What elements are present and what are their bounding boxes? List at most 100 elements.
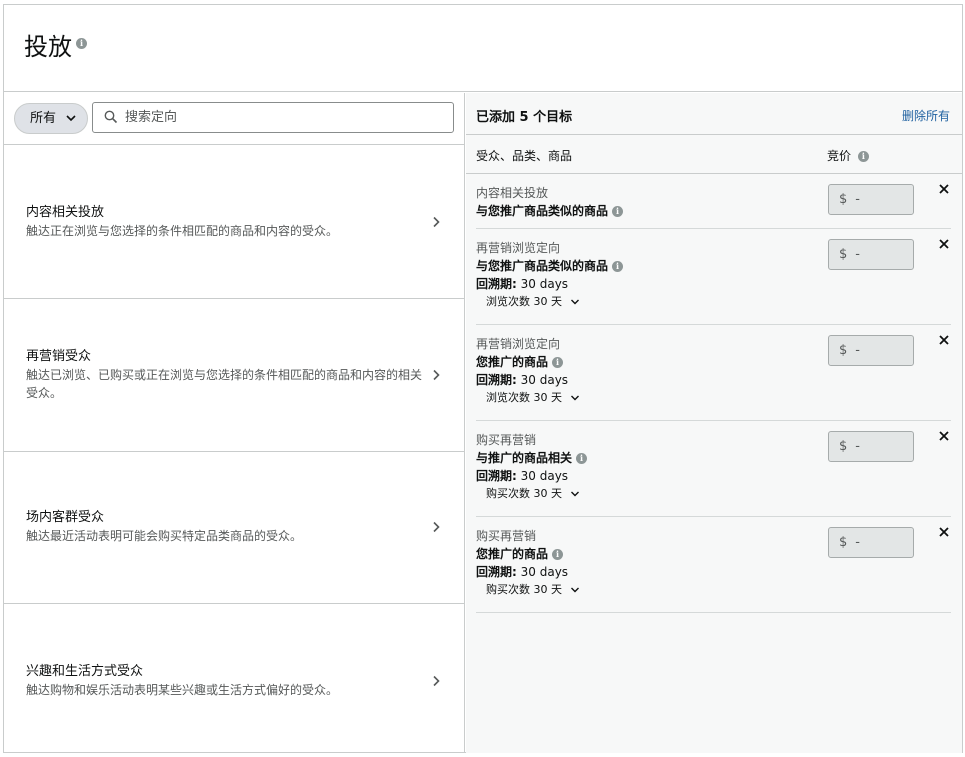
bid-value: -: [855, 192, 860, 207]
window-dropdown[interactable]: 浏览次数 30 天: [486, 293, 951, 311]
lookback: 回溯期: 30 days: [476, 275, 951, 293]
lookback: 回溯期: 30 days: [476, 563, 951, 581]
target-main-label: 与推广的商品相关: [476, 451, 573, 465]
info-icon[interactable]: i: [552, 357, 564, 368]
category-description: 触达正在浏览与您选择的条件相匹配的商品和内容的受众。: [26, 224, 339, 238]
info-icon[interactable]: i: [857, 151, 869, 162]
currency-symbol: $: [839, 343, 848, 358]
info-icon[interactable]: i: [552, 549, 564, 560]
window-dropdown-label: 购买次数 30 天: [486, 487, 562, 500]
category-row-contextual[interactable]: 内容相关投放 触达正在浏览与您选择的条件相匹配的商品和内容的受众。: [4, 146, 465, 299]
bid-value: -: [855, 535, 860, 550]
search-icon: [104, 110, 118, 124]
info-icon[interactable]: i: [612, 206, 624, 217]
added-targets-panel: 已添加 5 个目标 删除所有 受众、品类、商品 竞价 i 内容相关投放 与您推广…: [466, 93, 962, 753]
lookback-value: 30 days: [520, 373, 569, 387]
chevron-right-icon: [433, 369, 440, 381]
bid-input[interactable]: $ -: [828, 239, 914, 270]
target-row: 内容相关投放 与您推广商品类似的商品 i $ -: [476, 174, 951, 229]
category-row-interests[interactable]: 兴趣和生活方式受众 触达购物和娱乐活动表明某些兴趣或生活方式偏好的受众。: [4, 604, 465, 757]
search-input[interactable]: [125, 107, 445, 128]
lookback-label: 回溯期:: [476, 469, 517, 483]
currency-symbol: $: [839, 535, 848, 550]
category-title: 再营销受众: [26, 349, 92, 364]
lookback-label: 回溯期:: [476, 277, 517, 291]
category-text: 场内客群受众 触达最近活动表明可能会购买特定品类商品的受众。: [26, 509, 426, 545]
target-row: 再营销浏览定向 您推广的商品i 回溯期: 30 days 浏览次数 30 天: [476, 325, 951, 421]
target-main-label: 与您推广商品类似的商品: [476, 204, 609, 218]
close-icon[interactable]: [939, 431, 949, 441]
chevron-down-icon: [570, 299, 579, 305]
info-icon[interactable]: i: [76, 38, 87, 49]
bid-input[interactable]: $ -: [828, 335, 914, 366]
panel-header: 已添加 5 个目标 删除所有: [466, 93, 962, 135]
info-icon[interactable]: i: [612, 261, 624, 272]
category-title: 场内客群受众: [26, 510, 105, 525]
window-dropdown-label: 浏览次数 30 天: [486, 391, 562, 404]
window-dropdown-label: 浏览次数 30 天: [486, 295, 562, 308]
filter-dropdown[interactable]: 所有: [14, 103, 88, 134]
window-dropdown[interactable]: 购买次数 30 天: [486, 485, 951, 503]
column-bid-label: 竞价: [827, 149, 852, 163]
window-dropdown-label: 购买次数 30 天: [486, 583, 562, 596]
bid-value: -: [855, 439, 860, 454]
close-icon[interactable]: [939, 184, 949, 194]
chevron-right-icon: [433, 521, 440, 533]
filter-bar: 所有: [4, 93, 465, 145]
category-row-in-market[interactable]: 场内客群受众 触达最近活动表明可能会购买特定品类商品的受众。: [4, 451, 465, 604]
lookback-value: 30 days: [520, 469, 569, 483]
lookback: 回溯期: 30 days: [476, 371, 951, 389]
category-title: 兴趣和生活方式受众: [26, 663, 144, 679]
info-icon[interactable]: i: [576, 453, 588, 464]
bid-value: -: [855, 343, 860, 358]
lookback-value: 30 days: [520, 565, 569, 579]
chevron-down-icon: [570, 491, 579, 497]
target-main-label: 您推广的商品: [476, 355, 549, 369]
target-main-label: 与您推广商品类似的商品: [476, 259, 609, 273]
target-row: 购买再营销 您推广的商品 i 回溯期: 30 days 购买次数 30 天 $ …: [476, 517, 951, 613]
close-icon[interactable]: [939, 239, 949, 249]
page-title: 投放: [24, 33, 72, 61]
chevron-down-icon: [66, 115, 76, 122]
category-text: 兴趣和生活方式受众 触达购物和娱乐活动表明某些兴趣或生活方式偏好的受众。: [26, 663, 426, 699]
lookback-label: 回溯期:: [476, 373, 517, 387]
category-text: 内容相关投放 触达正在浏览与您选择的条件相匹配的商品和内容的受众。: [26, 204, 426, 240]
category-description: 触达已浏览、已购买或正在浏览与您选择的条件相匹配的商品和内容的相关受众。: [26, 368, 423, 400]
chevron-down-icon: [570, 395, 579, 401]
chevron-down-icon: [570, 587, 579, 593]
category-description: 触达最近活动表明可能会购买特定品类商品的受众。: [26, 529, 303, 543]
target-row: 再营销浏览定向 与您推广商品类似的商品 i 回溯期: 30 days 浏览次数 3…: [476, 229, 951, 325]
search-box: [92, 102, 454, 133]
lookback: 回溯期: 30 days: [476, 467, 951, 485]
target-row: 购买再营销 与推广的商品相关i 回溯期: 30 days 购买次数 30 天: [476, 421, 951, 517]
page-frame: 投放 i 所有 内容相关投放 触达正在浏览与您选择的条件相匹配的商品和内: [3, 4, 963, 753]
added-count-title: 已添加 5 个目标: [476, 110, 573, 125]
currency-symbol: $: [839, 192, 848, 207]
window-dropdown[interactable]: 购买次数 30 天: [486, 581, 951, 599]
target-main-label: 您推广的商品: [476, 547, 549, 561]
lookback-label: 回溯期:: [476, 565, 517, 579]
category-row-remarketing[interactable]: 再营销受众 触达已浏览、已购买或正在浏览与您选择的条件相匹配的商品和内容的相关受…: [4, 299, 465, 452]
category-description: 触达购物和娱乐活动表明某些兴趣或生活方式偏好的受众。: [26, 682, 339, 697]
filter-dropdown-label: 所有: [30, 111, 57, 126]
bid-input[interactable]: $ -: [828, 527, 914, 558]
remove-all-link[interactable]: 删除所有: [902, 107, 950, 124]
close-icon[interactable]: [939, 527, 949, 537]
window-dropdown[interactable]: 浏览次数 30 天: [486, 389, 951, 407]
chevron-right-icon: [433, 675, 440, 686]
category-panel: 所有 内容相关投放 触达正在浏览与您选择的条件相匹配的商品和内容的受众。: [4, 93, 465, 753]
category-text: 再营销受众 触达已浏览、已购买或正在浏览与您选择的条件相匹配的商品和内容的相关受…: [26, 348, 426, 402]
close-icon[interactable]: [939, 335, 949, 345]
bid-input[interactable]: $ -: [828, 184, 914, 215]
bid-input[interactable]: $ -: [828, 431, 914, 462]
column-audience: 受众、品类、商品: [476, 149, 573, 163]
chevron-right-icon: [433, 216, 440, 228]
category-title: 内容相关投放: [26, 205, 105, 220]
column-bid: 竞价 i: [827, 147, 869, 164]
currency-symbol: $: [839, 247, 848, 262]
lookback-value: 30 days: [520, 277, 569, 291]
column-header: 受众、品类、商品 竞价 i: [466, 135, 962, 174]
page-header: 投放 i: [4, 5, 962, 92]
bid-value: -: [855, 247, 860, 262]
currency-symbol: $: [839, 439, 848, 454]
